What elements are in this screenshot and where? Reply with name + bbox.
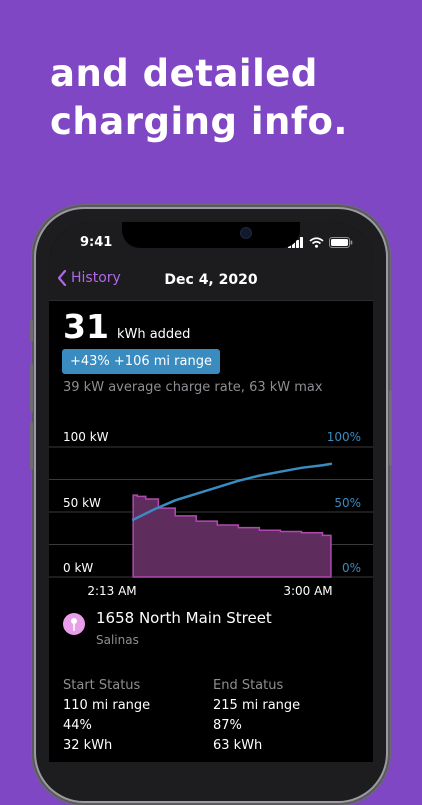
y-left-tick-50: 50 kW (63, 496, 101, 510)
volume-up-button (30, 364, 33, 412)
status-time: 9:41 (80, 235, 113, 250)
promo-headline-line1: and detailed (50, 52, 318, 95)
end-status: End Status 215 mi range 87% 63 kWh (213, 678, 363, 756)
end-status-range: 215 mi range (213, 698, 301, 713)
front-camera (241, 228, 251, 238)
y-right-tick-0: 0% (342, 561, 361, 575)
charging-chart: 100 kW 50 kW 0 kW 100% 50% 0% 2:13 AM 3:… (49, 430, 373, 598)
wifi-icon (309, 237, 324, 248)
x-tick-start: 2:13 AM (87, 584, 136, 598)
battery-icon (329, 237, 353, 248)
notch (122, 222, 300, 248)
y-left-tick-0: 0 kW (63, 561, 93, 575)
energy-added: 31 kWh added (63, 307, 190, 346)
nav-bar: History Dec 4, 2020 (49, 266, 373, 301)
phone-screen: 9:41 History Dec 4, 2020 31 kWh added +4… (49, 222, 373, 762)
volume-down-button (30, 422, 33, 470)
promo-headline-line2: charging info. (50, 100, 348, 143)
y-right-tick-50: 50% (334, 496, 361, 510)
kwh-added-label: kWh added (116, 327, 191, 342)
y-left-tick-100: 100 kW (63, 430, 109, 444)
x-tick-end: 3:00 AM (283, 584, 332, 598)
power-area (132, 494, 332, 578)
end-status-header: End Status (213, 678, 284, 693)
start-status: Start Status 110 mi range 44% 32 kWh (63, 678, 213, 756)
nav-title: Dec 4, 2020 (164, 272, 258, 288)
charge-rate-text: 39 kW average charge rate, 63 kW max (63, 380, 323, 395)
location-pin-icon (63, 613, 85, 635)
promo-headline: and detailed charging info. (50, 50, 410, 146)
end-status-energy: 63 kWh (213, 738, 263, 753)
power-button (389, 390, 392, 466)
start-status-energy: 32 kWh (63, 738, 113, 753)
start-status-range: 110 mi range (63, 698, 151, 713)
start-status-percent: 44% (63, 718, 92, 733)
kwh-added-value: 31 (63, 307, 109, 346)
location-address: 1658 North Main Street (96, 609, 272, 627)
mute-switch (30, 320, 33, 342)
end-status-percent: 87% (213, 718, 242, 733)
start-status-header: Start Status (63, 678, 141, 693)
gain-badge: +43% +106 mi range (62, 349, 220, 374)
y-right-tick-100: 100% (327, 430, 361, 444)
location-city: Salinas (96, 633, 139, 647)
